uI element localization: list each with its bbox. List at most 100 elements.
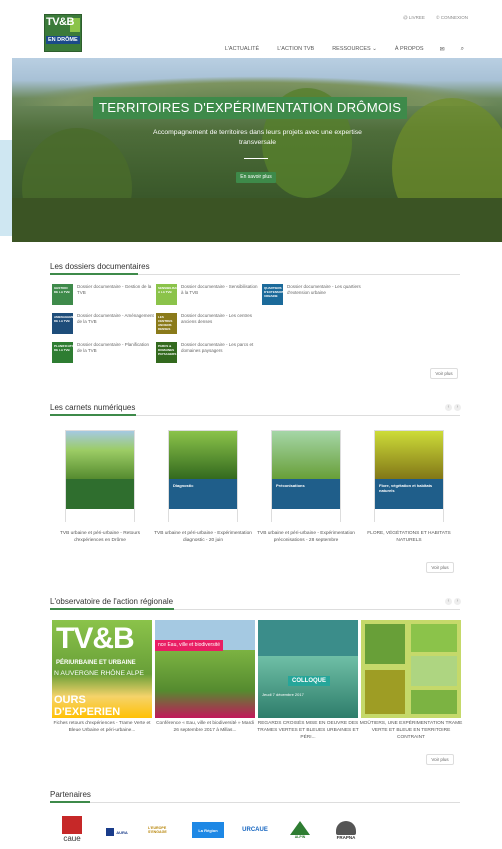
top-link-login[interactable]: © CONNEXION — [436, 15, 468, 20]
carnet-cover-photo — [272, 431, 340, 479]
carnet-cover[interactable]: Diagnostic — [168, 430, 238, 522]
obs-card-big-title: TV&B — [56, 622, 135, 655]
partner-logo-frapna[interactable]: FRAPNA — [330, 816, 362, 844]
chevron-left-icon[interactable]: ‹ — [445, 404, 452, 411]
dossier-item[interactable]: SENSIBILISATION A LA TVB Dossier document… — [156, 284, 258, 306]
carnets-more-button[interactable]: Voir plus — [426, 562, 454, 573]
section-title-dossiers: Les dossiers documentaires — [50, 262, 150, 271]
section-rule — [50, 801, 460, 803]
obs-card-line: N AUVERGNE RHÔNE ALPE — [54, 670, 144, 677]
partner-logo-region[interactable]: La Région — [192, 822, 224, 838]
chevron-right-icon[interactable]: › — [454, 598, 461, 605]
carnet-caption[interactable]: TVB urbaine et péri-urbaine - Retours d'… — [50, 530, 150, 544]
nav-a-propos[interactable]: À PROPOS — [395, 46, 424, 53]
dossier-label: Dossier documentaire - Les quartiers d'e… — [287, 284, 361, 295]
obs-caption[interactable]: Conférence « Eau, ville et biodiversité … — [153, 720, 257, 734]
obs-card-4[interactable] — [361, 620, 461, 718]
dossier-item[interactable]: AMENAGEMENT DE LA TVB Dossier documentair… — [52, 313, 154, 335]
side-strip — [0, 140, 12, 236]
dossier-item[interactable]: QUARTIERS D'EXTENSION URBAINE Dossier doc… — [262, 284, 362, 306]
obs-caption[interactable]: MOÛTIERS, UNE EXPÉRIMENTATION TRAME VERT… — [359, 720, 463, 741]
caue-mark — [62, 815, 82, 834]
carnet-cover-footer — [66, 509, 134, 522]
section-title-carnets: Les carnets numériques — [50, 403, 136, 412]
top-links: @ LIVREE © CONNEXION — [393, 15, 468, 20]
carnet-cover-title: Flore, végétation et habitats naturels — [379, 483, 433, 493]
carnet-cover-photo — [169, 431, 237, 479]
obs-card-line: OURS D'EXPERIEN — [54, 694, 121, 718]
hero-banner — [12, 58, 502, 242]
dossier-item[interactable]: GESTION DE LA TVB Dossier documentaire - … — [52, 284, 152, 306]
top-link-live[interactable]: @ LIVREE — [403, 15, 425, 20]
section-rule — [50, 273, 460, 275]
search-icon[interactable]: ⌕ — [461, 46, 464, 53]
partner-name: AURA — [116, 829, 128, 835]
dossier-label: Dossier documentaire - Aménagement de la… — [77, 313, 154, 324]
carnet-caption[interactable]: FLORE, VÉGÉTATIONS ET HABITATS NATURELS — [359, 530, 459, 544]
chevron-left-icon[interactable]: ‹ — [445, 598, 452, 605]
partner-logo-aura[interactable]: AURA — [100, 822, 134, 842]
partner-name: ALPIN — [294, 835, 306, 839]
obs-card-2[interactable]: nce Eau, ville et biodiversité — [155, 620, 255, 718]
dossier-thumbnail: PARCS & DOMAINES PAYSAGERS — [156, 342, 177, 363]
site-header: TV&B EN DRÔME @ LIVREE © CONNEXION L'ACT… — [0, 0, 502, 58]
dossier-item[interactable]: PARCS & DOMAINES PAYSAGERS Dossier docume… — [156, 342, 256, 364]
partner-logo-urcaue[interactable]: URCAUE — [238, 820, 272, 840]
observatoire-more-button[interactable]: Voir plus — [426, 754, 454, 765]
carnet-cover[interactable]: Préconisations — [271, 430, 341, 522]
carnet-cover-band — [66, 479, 134, 509]
hero-title: TERRITOIRES D'EXPÉRIMENTATION DRÔMOIS — [93, 97, 408, 119]
dossier-thumbnail: SENSIBILISATION A LA TVB — [156, 284, 177, 305]
dossier-item[interactable]: LES CENTRES ANCIENS DENSES Dossier docume… — [156, 313, 256, 335]
envelope-icon[interactable]: ✉ — [440, 46, 445, 53]
alpin-mountain-icon — [290, 821, 310, 835]
obs-card-banner: COLLOQUE — [288, 676, 330, 686]
partner-logo-alpin[interactable]: ALPIN — [284, 816, 316, 844]
nav-action-tvb[interactable]: L'ACTION TVB — [277, 46, 314, 53]
obs-card-date: Jeudi 7 décembre 2017 — [262, 692, 304, 697]
partner-logo-caue[interactable]: caue — [60, 815, 84, 843]
logo-title: TV&B — [46, 16, 74, 28]
obs-caption[interactable]: Fiches retours d'expériences - Trame Ver… — [50, 720, 154, 734]
dossier-label: Dossier documentaire - Sensibilisation à… — [181, 284, 258, 295]
dossier-label: Dossier documentaire - Les parcs et doma… — [181, 342, 254, 353]
section-title-observatoire: L'observatoire de l'action régionale — [50, 597, 174, 606]
carnets-carousel-arrows: ‹ › — [443, 404, 461, 411]
partner-logo-europe[interactable]: L'EUROPE S'ENGAGE — [148, 820, 184, 840]
dossier-thumbnail: LES CENTRES ANCIENS DENSES — [156, 313, 177, 334]
dossier-label: Dossier documentaire - Les centres ancie… — [181, 313, 253, 324]
carnet-cover[interactable] — [65, 430, 135, 522]
dossier-item[interactable]: PLANIFICATION DE LA TVB Dossier documenta… — [52, 342, 152, 364]
hero-more-button[interactable]: En savoir plus — [236, 172, 276, 183]
obs-card-1[interactable]: TV&B PÉRIURBAINE ET URBAINE N AUVERGNE R… — [52, 620, 152, 718]
section-rule — [50, 414, 460, 416]
obs-card-3[interactable]: COLLOQUE Jeudi 7 décembre 2017 — [258, 620, 358, 718]
dossier-label: Dossier documentaire - Planification de … — [77, 342, 150, 353]
observatoire-carousel-arrows: ‹ › — [443, 598, 461, 605]
carnet-cover-title: Diagnostic — [173, 483, 194, 488]
dossier-thumbnail: QUARTIERS D'EXTENSION URBAINE — [262, 284, 283, 305]
obs-card-photo — [411, 624, 457, 652]
carnet-caption[interactable]: TVB urbaine et péri-urbaine - Expériment… — [153, 530, 253, 544]
dossiers-more-button[interactable]: Voir plus — [430, 368, 458, 379]
hero-divider — [244, 158, 268, 159]
obs-card-photo — [258, 656, 358, 718]
dossier-thumbnail: AMENAGEMENT DE LA TVB — [52, 313, 73, 334]
carnet-cover[interactable]: Flore, végétation et habitats naturels — [374, 430, 444, 522]
partner-name: caue — [63, 833, 81, 843]
chevron-right-icon[interactable]: › — [454, 404, 461, 411]
logo-subtitle: EN DRÔME — [46, 36, 80, 44]
obs-card-photo — [411, 690, 457, 714]
section-rule — [50, 608, 460, 610]
carnet-caption[interactable]: TVB urbaine et péri-urbaine - Expériment… — [256, 530, 356, 544]
obs-card-photo — [411, 656, 457, 686]
obs-caption[interactable]: REGARDS CROISÉS MISE EN OEUVRE DES TRAME… — [256, 720, 360, 741]
obs-card-garden — [155, 650, 255, 718]
section-title-partenaires: Partenaires — [50, 790, 91, 799]
carnet-cover-title: Préconisations — [276, 483, 305, 488]
dossier-thumbnail: PLANIFICATION DE LA TVB — [52, 342, 73, 363]
nav-actualite[interactable]: L'ACTUALITÉ — [225, 46, 259, 53]
site-logo[interactable]: TV&B EN DRÔME — [44, 14, 82, 52]
nav-ressources[interactable]: RESSOURCES ⌄ — [332, 46, 377, 53]
main-nav: L'ACTUALITÉ L'ACTION TVB RESSOURCES ⌄ À … — [207, 46, 464, 53]
